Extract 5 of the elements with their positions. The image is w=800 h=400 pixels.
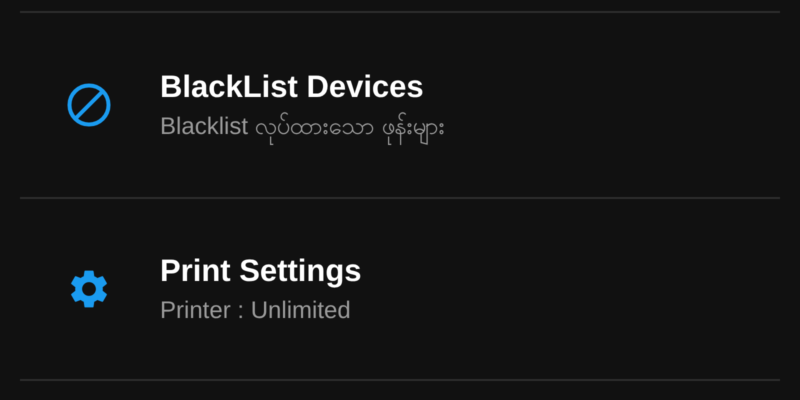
setting-subtitle: Printer : Unlimited bbox=[160, 296, 352, 326]
setting-title[interactable]: Print Settings bbox=[160, 252, 362, 289]
setting-subtitle: Blacklist လုပ်ထားသော ဖုန်းများ bbox=[160, 111, 444, 142]
block-icon bbox=[66, 82, 112, 128]
setting-title[interactable]: BlackList Devices bbox=[160, 68, 444, 105]
